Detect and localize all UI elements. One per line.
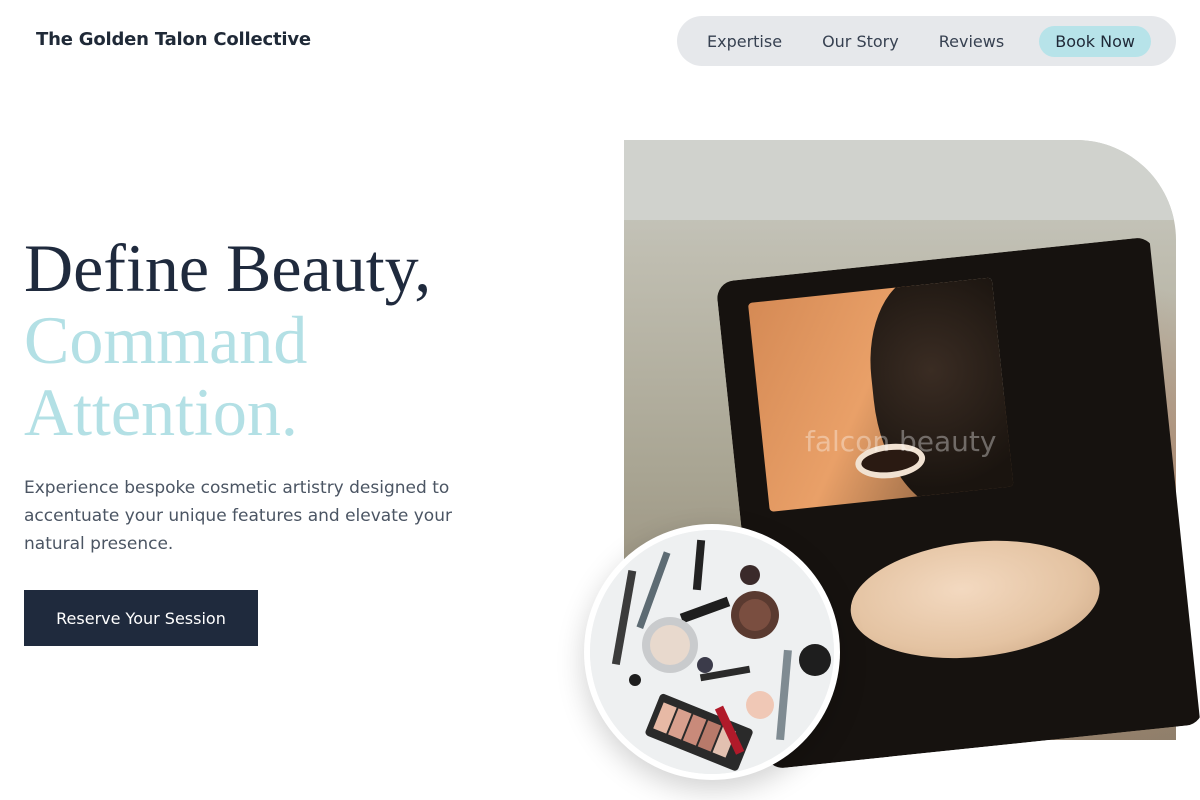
book-now-button[interactable]: Book Now [1039,26,1151,57]
hero-description: Experience bespoke cosmetic artistry des… [24,478,452,554]
reserve-session-button[interactable]: Reserve Your Session [24,590,258,646]
image-watermark: falcon beauty [805,425,997,458]
powder-pan [845,529,1106,670]
makeup-products-illustration [590,530,834,774]
brand-logo[interactable]: The Golden Talon Collective [36,29,311,50]
hero-headline: Define Beauty, Command Attention. [24,232,431,448]
nav-link-expertise[interactable]: Expertise [707,32,782,51]
makeup-flatlay-image [584,524,840,780]
mirror-reflection [748,277,1014,511]
nav-link-reviews[interactable]: Reviews [939,32,1004,51]
headline-line-2: Command [24,302,308,378]
nav-link-our-story[interactable]: Our Story [822,32,899,51]
headline-line-1: Define Beauty, [24,230,432,306]
main-nav: Expertise Our Story Reviews Book Now [677,16,1176,66]
headline-line-3: Attention. [24,374,298,450]
